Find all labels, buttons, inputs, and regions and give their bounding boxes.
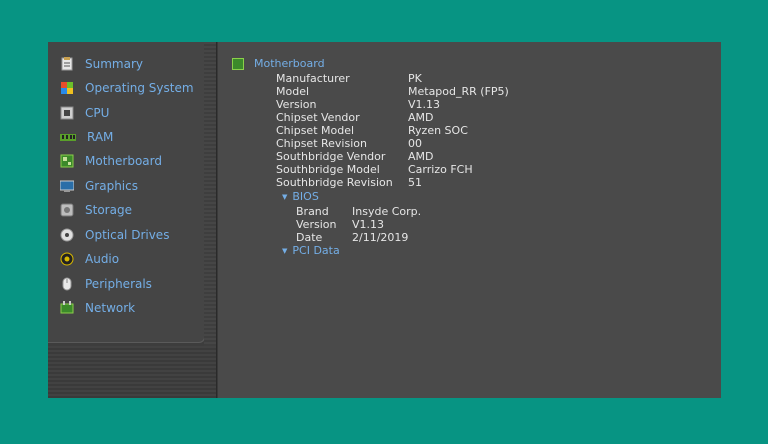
property-value: PK [408,72,422,85]
property-value: V1.13 [408,98,441,111]
sidebar-item-label: Audio [85,252,120,266]
sidebar-item-label: Motherboard [85,154,162,168]
sidebar-item-optical-drives[interactable]: Optical Drives [60,225,169,245]
property-key: Date [296,231,323,244]
motherboard-icon [60,154,74,168]
property-key: Southbridge Revision [276,176,393,189]
sidebar-item-peripherals[interactable]: Peripherals [60,274,152,294]
sidebar-item-label: Operating System [85,81,194,95]
property-key: Brand [296,205,329,218]
sidebar-item-summary[interactable]: Summary [60,54,143,74]
property-value: Ryzen SOC [408,124,468,137]
motherboard-properties: Manufacturer PK Model Metapod_RR (FP5) Ver… [276,72,509,189]
property-value: Metapod_RR (FP5) [408,85,509,98]
sidebar-item-label: Storage [85,203,132,217]
property-key: Model [276,85,310,98]
audio-icon [60,252,74,266]
property-key: Manufacturer [276,72,350,85]
detail-pane: Motherboard Manufacturer PK Model Metapod_… [218,42,721,398]
sidebar-item-label: Network [85,301,136,315]
sidebar-list: Summary Operating System CPU RAM Motherb… [48,42,205,343]
caret-down-icon: ▼ [282,193,288,201]
sidebar-item-audio[interactable]: Audio [60,249,119,269]
property-key: Version [276,98,317,111]
property-key: Southbridge Vendor [276,150,386,163]
property-key: Chipset Model [276,124,355,137]
graphics-icon [59,179,75,193]
sidebar-item-storage[interactable]: Storage [60,200,132,220]
property-row: Chipset Revision 00 [276,137,509,150]
sidebar-item-label: CPU [85,106,110,120]
property-key: Version [296,218,337,231]
pci-data-toggle[interactable]: ▼ PCI Data [282,244,340,257]
bios-properties: Brand Insyde Corp. Version V1.13 Date 2/11/… [296,205,421,244]
operating-system-icon [60,81,74,95]
property-key: Chipset Vendor [276,111,360,124]
property-row: Chipset Vendor AMD [276,111,509,124]
property-value: V1.13 [352,218,385,231]
sidebar-item-label: Summary [85,57,143,71]
bios-title: BIOS [292,190,319,203]
motherboard-icon [232,57,244,70]
property-row: Southbridge Model Carrizo FCH [276,163,509,176]
sidebar: Summary Operating System CPU RAM Motherb… [48,42,217,398]
pci-data-title: PCI Data [292,244,340,257]
property-value: 51 [408,176,422,189]
cpu-icon [60,106,74,120]
sidebar-item-network[interactable]: Network [60,298,135,318]
sidebar-item-graphics[interactable]: Graphics [59,176,138,196]
section-header: Motherboard [232,57,325,70]
speccy-window: Summary Operating System CPU RAM Motherb… [48,42,721,398]
ram-icon [60,130,76,144]
storage-icon [60,203,74,217]
peripherals-icon [60,277,74,291]
property-value: AMD [408,111,434,124]
property-row: Version V1.13 [276,98,509,111]
property-value: 2/11/2019 [352,231,409,244]
network-icon [60,301,74,315]
sidebar-footer [48,346,216,398]
property-row: Chipset Model Ryzen SOC [276,124,509,137]
bios-toggle[interactable]: ▼ BIOS [282,190,319,203]
property-row: Manufacturer PK [276,72,509,85]
sidebar-scrollbar[interactable] [204,42,216,346]
summary-icon [60,57,74,71]
sidebar-item-motherboard[interactable]: Motherboard [60,151,162,171]
sidebar-item-cpu[interactable]: CPU [60,103,109,123]
property-row: Model Metapod_RR (FP5) [276,85,509,98]
caret-down-icon: ▼ [282,247,288,255]
property-row: Version V1.13 [296,218,421,231]
sidebar-item-label: Peripherals [85,277,152,291]
property-row: Brand Insyde Corp. [296,205,421,218]
property-key: Chipset Revision [276,137,367,150]
sidebar-item-ram[interactable]: RAM [60,127,113,147]
section-title: Motherboard [254,57,325,70]
property-value: 00 [408,137,422,150]
sidebar-item-label: RAM [87,130,114,144]
property-row: Date 2/11/2019 [296,231,421,244]
sidebar-item-label: Graphics [85,179,138,193]
property-row: Southbridge Revision 51 [276,176,509,189]
sidebar-item-operating-system[interactable]: Operating System [60,78,194,98]
property-value: Insyde Corp. [352,205,422,218]
property-row: Southbridge Vendor AMD [276,150,509,163]
property-value: Carrizo FCH [408,163,473,176]
property-key: Southbridge Model [276,163,380,176]
sidebar-item-label: Optical Drives [85,228,170,242]
property-value: AMD [408,150,434,163]
optical-drive-icon [60,228,74,242]
